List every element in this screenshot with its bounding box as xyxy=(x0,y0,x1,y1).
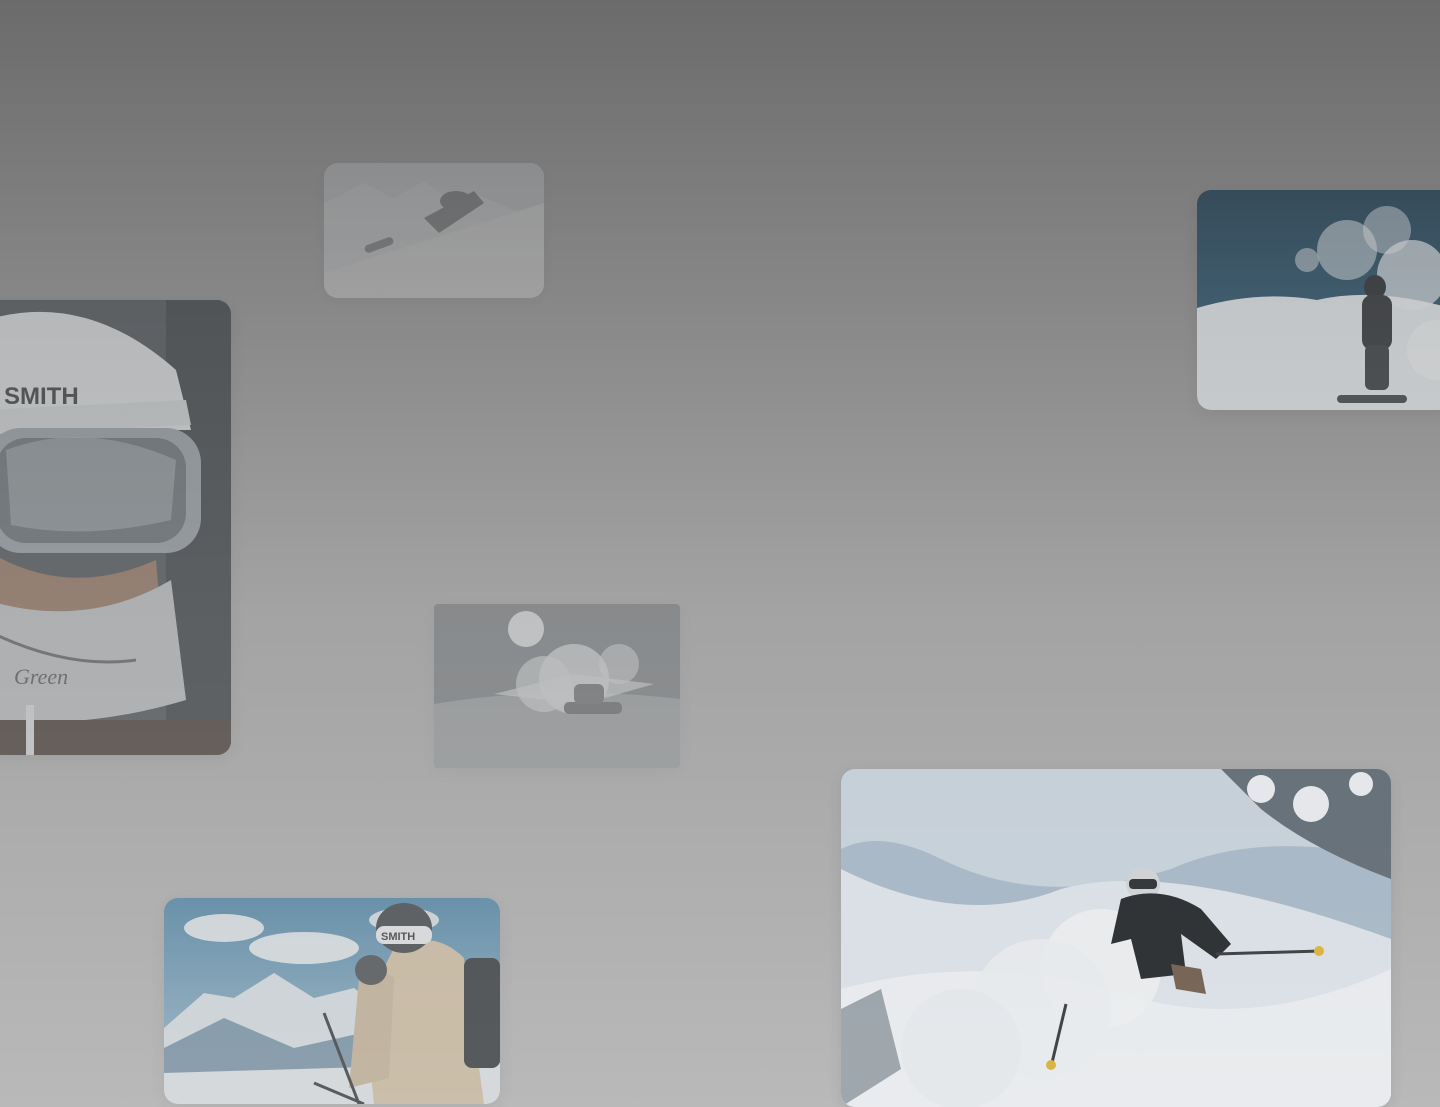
spin-burst-image xyxy=(434,604,680,768)
deep-powder-image xyxy=(841,769,1391,1107)
photo-powder-spray xyxy=(1197,190,1440,410)
photo-deep-powder xyxy=(841,769,1391,1107)
two-skiers-image: SMITH xyxy=(164,898,500,1104)
neck-gaiter-logo: Green xyxy=(14,664,68,689)
goggle-brand-logo: SMITH xyxy=(381,931,415,943)
goggle-portrait-image: SMITH Green xyxy=(0,300,231,755)
photo-two-skiers: SMITH xyxy=(164,898,500,1104)
photo-snowboard-carve xyxy=(324,163,544,298)
photo-goggle-portrait: SMITH Green xyxy=(0,300,231,755)
helmet-brand-logo: SMITH xyxy=(4,383,79,410)
snowboard-carve-image xyxy=(324,163,544,298)
photo-spin-burst xyxy=(434,604,680,768)
powder-spray-image xyxy=(1197,190,1440,410)
photo-collage-overlay: SMITH Green SMITH xyxy=(0,0,1440,1107)
